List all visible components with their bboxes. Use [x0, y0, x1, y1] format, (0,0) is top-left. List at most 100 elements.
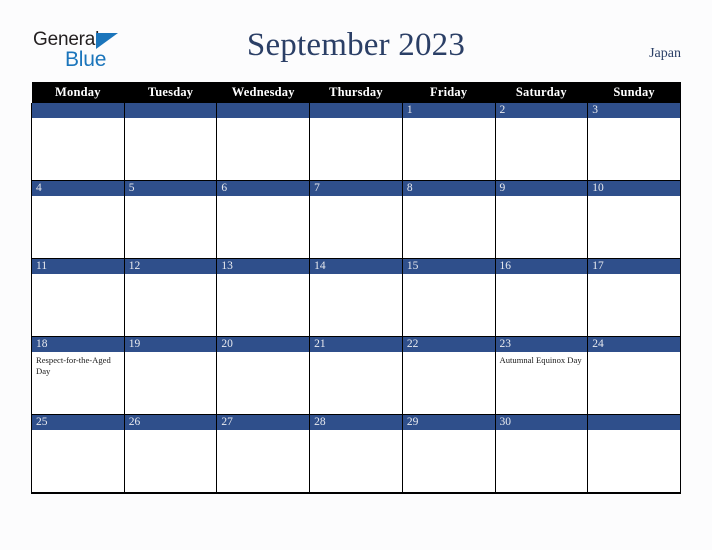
day-cell[interactable]: 15 [401, 258, 496, 337]
day-event [588, 274, 680, 277]
day-number: 5 [124, 181, 217, 196]
day-cell[interactable] [309, 103, 403, 181]
day-number: 12 [124, 259, 217, 274]
calendar-body: 1 2 3 4 5 6 7 8 9 10 11 12 13 14 15 16 1… [31, 103, 681, 494]
day-cell[interactable]: 29 [401, 414, 496, 494]
day-cell[interactable]: 7 [309, 180, 403, 259]
day-cell[interactable]: 5 [123, 180, 218, 259]
day-event [403, 118, 495, 121]
week-row: 1 2 3 [31, 103, 681, 181]
day-cell[interactable]: 12 [123, 258, 218, 337]
weekday-header-saturday: Saturday [495, 82, 588, 103]
day-cell[interactable] [123, 103, 218, 181]
day-event [125, 274, 217, 277]
day-event [310, 352, 402, 355]
day-event [403, 196, 495, 199]
weekday-header-monday: Monday [31, 82, 125, 103]
weekday-header-friday: Friday [402, 82, 496, 103]
day-event [217, 352, 309, 355]
day-cell[interactable] [31, 103, 125, 181]
day-event [32, 118, 124, 121]
weekday-header-sunday: Sunday [587, 82, 681, 103]
day-event [217, 430, 309, 433]
day-event [32, 274, 124, 277]
calendar-page: General Blue September 2023 Japan Monday… [0, 0, 712, 550]
day-cell[interactable]: 19 [123, 336, 218, 415]
day-number [217, 103, 310, 118]
day-number: 1 [402, 103, 495, 118]
day-event: Autumnal Equinox Day [499, 355, 582, 365]
day-event [217, 274, 309, 277]
day-number [588, 415, 680, 430]
day-number: 3 [588, 103, 680, 118]
day-cell[interactable]: 6 [216, 180, 311, 259]
day-cell[interactable]: 16 [494, 258, 589, 337]
day-cell[interactable]: 9 [494, 180, 589, 259]
day-event [403, 352, 495, 355]
day-cell[interactable]: 23 Autumnal Equinox Day [494, 336, 589, 415]
day-event [32, 196, 124, 199]
day-cell[interactable]: 27 [216, 414, 311, 494]
day-number: 28 [310, 415, 402, 430]
day-number: 14 [310, 259, 402, 274]
weekday-header-row: Monday Tuesday Wednesday Thursday Friday… [31, 82, 681, 103]
day-cell[interactable] [587, 414, 681, 494]
day-number: 11 [32, 259, 124, 274]
weekday-header-tuesday: Tuesday [124, 82, 217, 103]
day-event [496, 196, 588, 199]
day-cell[interactable]: 4 [31, 180, 125, 259]
day-number: 27 [217, 415, 310, 430]
day-number: 2 [495, 103, 588, 118]
calendar-table: Monday Tuesday Wednesday Thursday Friday… [31, 82, 681, 494]
day-number [32, 103, 124, 118]
day-event [310, 196, 402, 199]
day-cell[interactable]: 3 [587, 103, 681, 181]
day-number: 7 [310, 181, 402, 196]
day-cell[interactable]: 14 [309, 258, 403, 337]
day-number: 10 [588, 181, 680, 196]
day-cell[interactable]: 24 [587, 336, 681, 415]
day-event [217, 118, 309, 121]
day-number: 22 [402, 337, 495, 352]
day-event [125, 118, 217, 121]
day-cell[interactable]: 26 [123, 414, 218, 494]
day-cell[interactable]: 8 [401, 180, 496, 259]
week-row: 4 5 6 7 8 9 10 [31, 180, 681, 259]
day-event [217, 196, 309, 199]
day-cell[interactable]: 21 [309, 336, 403, 415]
day-cell[interactable]: 17 [587, 258, 681, 337]
day-cell[interactable]: 30 [494, 414, 589, 494]
day-number: 18 [32, 337, 124, 352]
day-number: 8 [402, 181, 495, 196]
day-cell[interactable]: 10 [587, 180, 681, 259]
day-event [403, 430, 495, 433]
day-number: 13 [217, 259, 310, 274]
day-cell[interactable]: 2 [494, 103, 589, 181]
day-number: 29 [402, 415, 495, 430]
day-event [588, 196, 680, 199]
day-cell[interactable]: 28 [309, 414, 403, 494]
day-event: Respect-for-the-Aged Day [36, 355, 111, 376]
weekday-header-wednesday: Wednesday [216, 82, 310, 103]
day-number: 19 [124, 337, 217, 352]
day-cell[interactable]: 25 [31, 414, 125, 494]
day-cell[interactable]: 20 [216, 336, 311, 415]
day-cell[interactable]: 22 [401, 336, 496, 415]
day-cell[interactable] [216, 103, 311, 181]
day-number [310, 103, 402, 118]
week-row: 18 Respect-for-the-Aged Day 19 20 21 22 2… [31, 336, 681, 415]
day-number: 9 [495, 181, 588, 196]
day-event [588, 352, 680, 355]
day-number: 20 [217, 337, 310, 352]
day-cell[interactable]: 1 [401, 103, 496, 181]
day-number [124, 103, 217, 118]
day-cell[interactable]: 18 Respect-for-the-Aged Day [31, 336, 125, 415]
day-event [32, 430, 124, 433]
day-event [588, 118, 680, 121]
day-number: 25 [32, 415, 124, 430]
day-event [310, 274, 402, 277]
day-cell[interactable]: 13 [216, 258, 311, 337]
day-number: 30 [495, 415, 588, 430]
day-number: 6 [217, 181, 310, 196]
day-cell[interactable]: 11 [31, 258, 125, 337]
